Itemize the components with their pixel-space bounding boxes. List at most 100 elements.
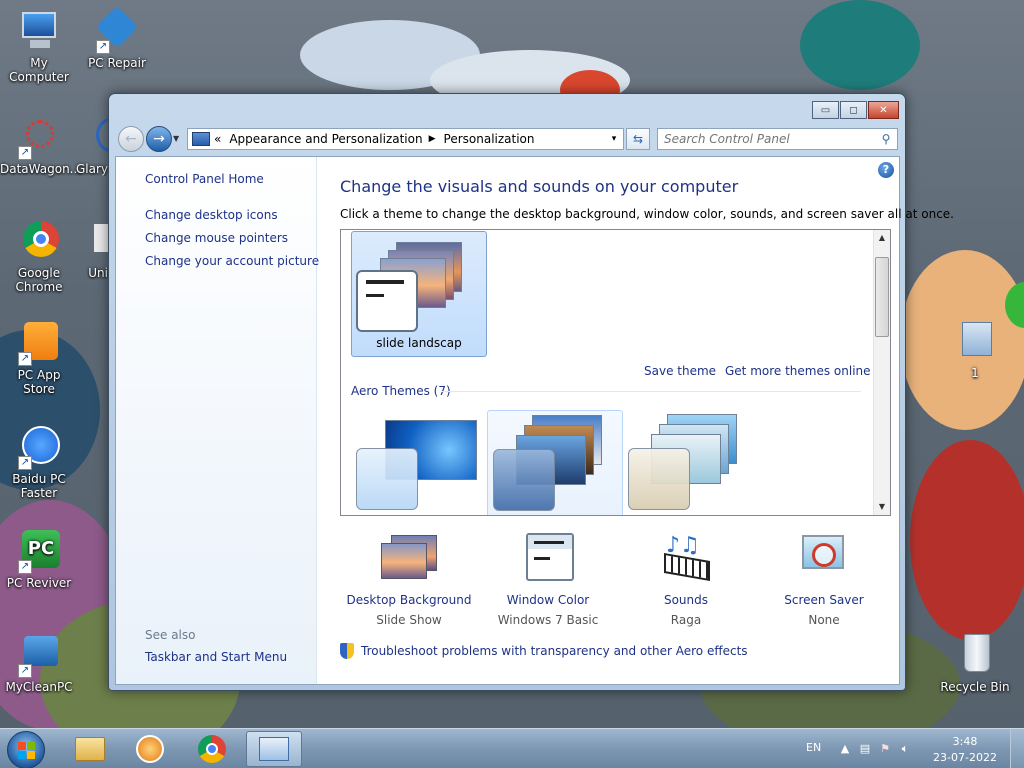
sounds-option[interactable]: ♪♫ Sounds Raga [616, 533, 756, 631]
desktop-icon-pc-app-store[interactable]: ↗ PC App Store [0, 320, 78, 396]
page-subtitle: Click a theme to change the desktop back… [340, 207, 954, 221]
desktop-icon-glary[interactable]: Glary [62, 114, 108, 176]
desktop-icon-baidu[interactable]: ↗ Baidu PC Faster [0, 424, 78, 500]
start-button[interactable] [7, 731, 45, 768]
option-value: Slide Show [376, 613, 442, 627]
desktop-background-option[interactable]: Desktop Background Slide Show [339, 533, 479, 631]
address-bar[interactable]: « Appearance and Personalization ▶ Perso… [187, 128, 624, 150]
scroll-thumb[interactable] [875, 257, 889, 337]
caption-buttons: ▭ ◻ ✕ [811, 101, 899, 119]
desktop-icon-chrome[interactable]: Google Chrome [0, 218, 78, 294]
recycle-bin-icon [952, 632, 998, 678]
chrome-icon [16, 218, 62, 264]
theme-list-scrollbar[interactable]: ▲ ▼ [873, 230, 890, 515]
desktop-icon-recycle-bin[interactable]: Recycle Bin [936, 632, 1014, 694]
address-overflow-button[interactable]: « [214, 132, 221, 146]
troubleshoot-link[interactable]: Troubleshoot problems with transparency … [340, 643, 748, 659]
datawagon-icon: ↗ [16, 114, 62, 160]
shield-icon [340, 643, 354, 659]
desktop-background-icon [379, 533, 439, 587]
chevron-down-icon: ▼ [173, 134, 180, 143]
aero-theme-architecture[interactable] [487, 410, 623, 515]
see-also-heading: See also [145, 628, 196, 642]
maximize-button[interactable]: ◻ [840, 101, 867, 119]
refresh-button[interactable]: ⇆ [626, 128, 650, 150]
address-dropdown-icon[interactable]: ▾ [605, 134, 623, 144]
help-icon[interactable]: ? [878, 162, 894, 178]
desktop-icon-label: My Computer [9, 56, 69, 84]
taskbar-start-menu-link[interactable]: Taskbar and Start Menu [145, 650, 287, 664]
taskbar-explorer-button[interactable] [62, 731, 118, 767]
divider [441, 391, 861, 392]
option-title: Window Color [506, 593, 590, 607]
show-hidden-icons-icon[interactable]: ▲ [838, 742, 852, 756]
language-indicator[interactable]: EN [806, 741, 821, 754]
desktop-icon-label: PC App Store [17, 368, 61, 396]
main-pane: ? Change the visuals and sounds on your … [318, 157, 954, 684]
taskbar-control-panel-button[interactable] [246, 731, 302, 767]
search-box[interactable]: ⚲ [657, 128, 898, 150]
back-button[interactable]: ← [118, 126, 144, 152]
aero-theme-characters[interactable] [623, 410, 759, 515]
control-panel-home-link[interactable]: Control Panel Home [145, 172, 264, 186]
desktop-icon-pc-repair[interactable]: ↗ PC Repair [78, 5, 156, 70]
client-area: Control Panel Home Change desktop icons … [115, 156, 954, 685]
theme-list[interactable]: slide landscap Save theme Get more theme… [340, 229, 891, 516]
breadcrumb-separator-icon[interactable]: ▶ [429, 134, 436, 144]
notification-area: EN ▲ ▤ ⚑ 🔈︎ 3:48 23-07-2022 [794, 729, 1024, 768]
change-account-picture-link[interactable]: Change your account picture [145, 254, 319, 268]
forward-button[interactable]: → [146, 126, 172, 152]
back-arrow-icon: ← [125, 131, 137, 147]
scroll-down-icon[interactable]: ▼ [874, 499, 890, 515]
scroll-up-icon[interactable]: ▲ [874, 230, 890, 246]
change-desktop-icons-link[interactable]: Change desktop icons [145, 208, 278, 222]
window-color-swatch [356, 270, 418, 332]
close-button[interactable]: ✕ [868, 101, 899, 119]
pc-repair-icon: ↗ [94, 5, 140, 54]
option-title: Sounds [663, 593, 709, 607]
folder-icon [75, 737, 105, 761]
aero-theme-windows7[interactable] [351, 410, 487, 515]
app-store-icon: ↗ [16, 320, 62, 366]
search-icon[interactable]: ⚲ [875, 132, 897, 146]
minimize-button[interactable]: ▭ [812, 101, 839, 119]
screen-saver-option[interactable]: Screen Saver None [754, 533, 894, 631]
desktop-icon-label: Baidu PC Faster [12, 472, 66, 500]
close-icon: ✕ [879, 104, 888, 116]
installer-icon [952, 318, 998, 364]
desktop-icon-1[interactable]: 1 [936, 318, 1014, 380]
troubleshoot-label: Troubleshoot problems with transparency … [361, 644, 748, 658]
change-mouse-pointers-link[interactable]: Change mouse pointers [145, 231, 288, 245]
sounds-icon: ♪♫ [656, 533, 716, 587]
desktop-icon-label: Glary [75, 162, 108, 176]
get-more-themes-link[interactable]: Get more themes online [725, 364, 871, 378]
desktop-icon-pc-reviver[interactable]: PC ↗ PC Reviver [0, 528, 78, 590]
desktop-icon-my-computer[interactable]: My Computer [0, 8, 78, 84]
recent-pages-button[interactable]: ▼ [173, 134, 179, 143]
refresh-icon: ⇆ [632, 132, 644, 146]
theme-tile-slide-landscape[interactable]: slide landscap [351, 231, 487, 357]
window-color-option[interactable]: Window Color Windows 7 Basic [478, 533, 618, 631]
forward-arrow-icon: → [153, 131, 165, 147]
show-desktop-button[interactable] [1010, 729, 1024, 768]
wallpaper-figure [910, 440, 1024, 640]
search-input[interactable] [658, 132, 875, 146]
desktop-icon-mycleanpc[interactable]: ↗ MyCleanPC [0, 632, 78, 694]
desktop-icon-label: Google Chrome [15, 266, 63, 294]
volume-icon[interactable]: 🔈︎ [898, 742, 912, 756]
taskbar-chrome-button[interactable] [184, 731, 240, 767]
page-title: Change the visuals and sounds on your co… [340, 177, 739, 196]
desktop-icon-uni[interactable]: Uni [80, 218, 108, 280]
desktop-icon-label: 1 [971, 366, 979, 380]
taskbar-media-player-button[interactable] [122, 731, 178, 767]
clock[interactable]: 3:48 23-07-2022 [930, 734, 1000, 766]
breadcrumb-personalization[interactable]: Personalization [444, 132, 535, 146]
network-icon[interactable]: ▤ [858, 742, 872, 756]
theme-tile-label: slide landscap [376, 336, 462, 350]
desktop-icon-label: Recycle Bin [940, 680, 1010, 694]
action-center-icon[interactable]: ⚑ [878, 742, 892, 756]
breadcrumb-appearance[interactable]: Appearance and Personalization [229, 132, 422, 146]
desktop-icon-label: PC Reviver [6, 576, 72, 590]
desktop-icon-label: PC Repair [88, 56, 146, 70]
save-theme-link[interactable]: Save theme [644, 364, 716, 378]
